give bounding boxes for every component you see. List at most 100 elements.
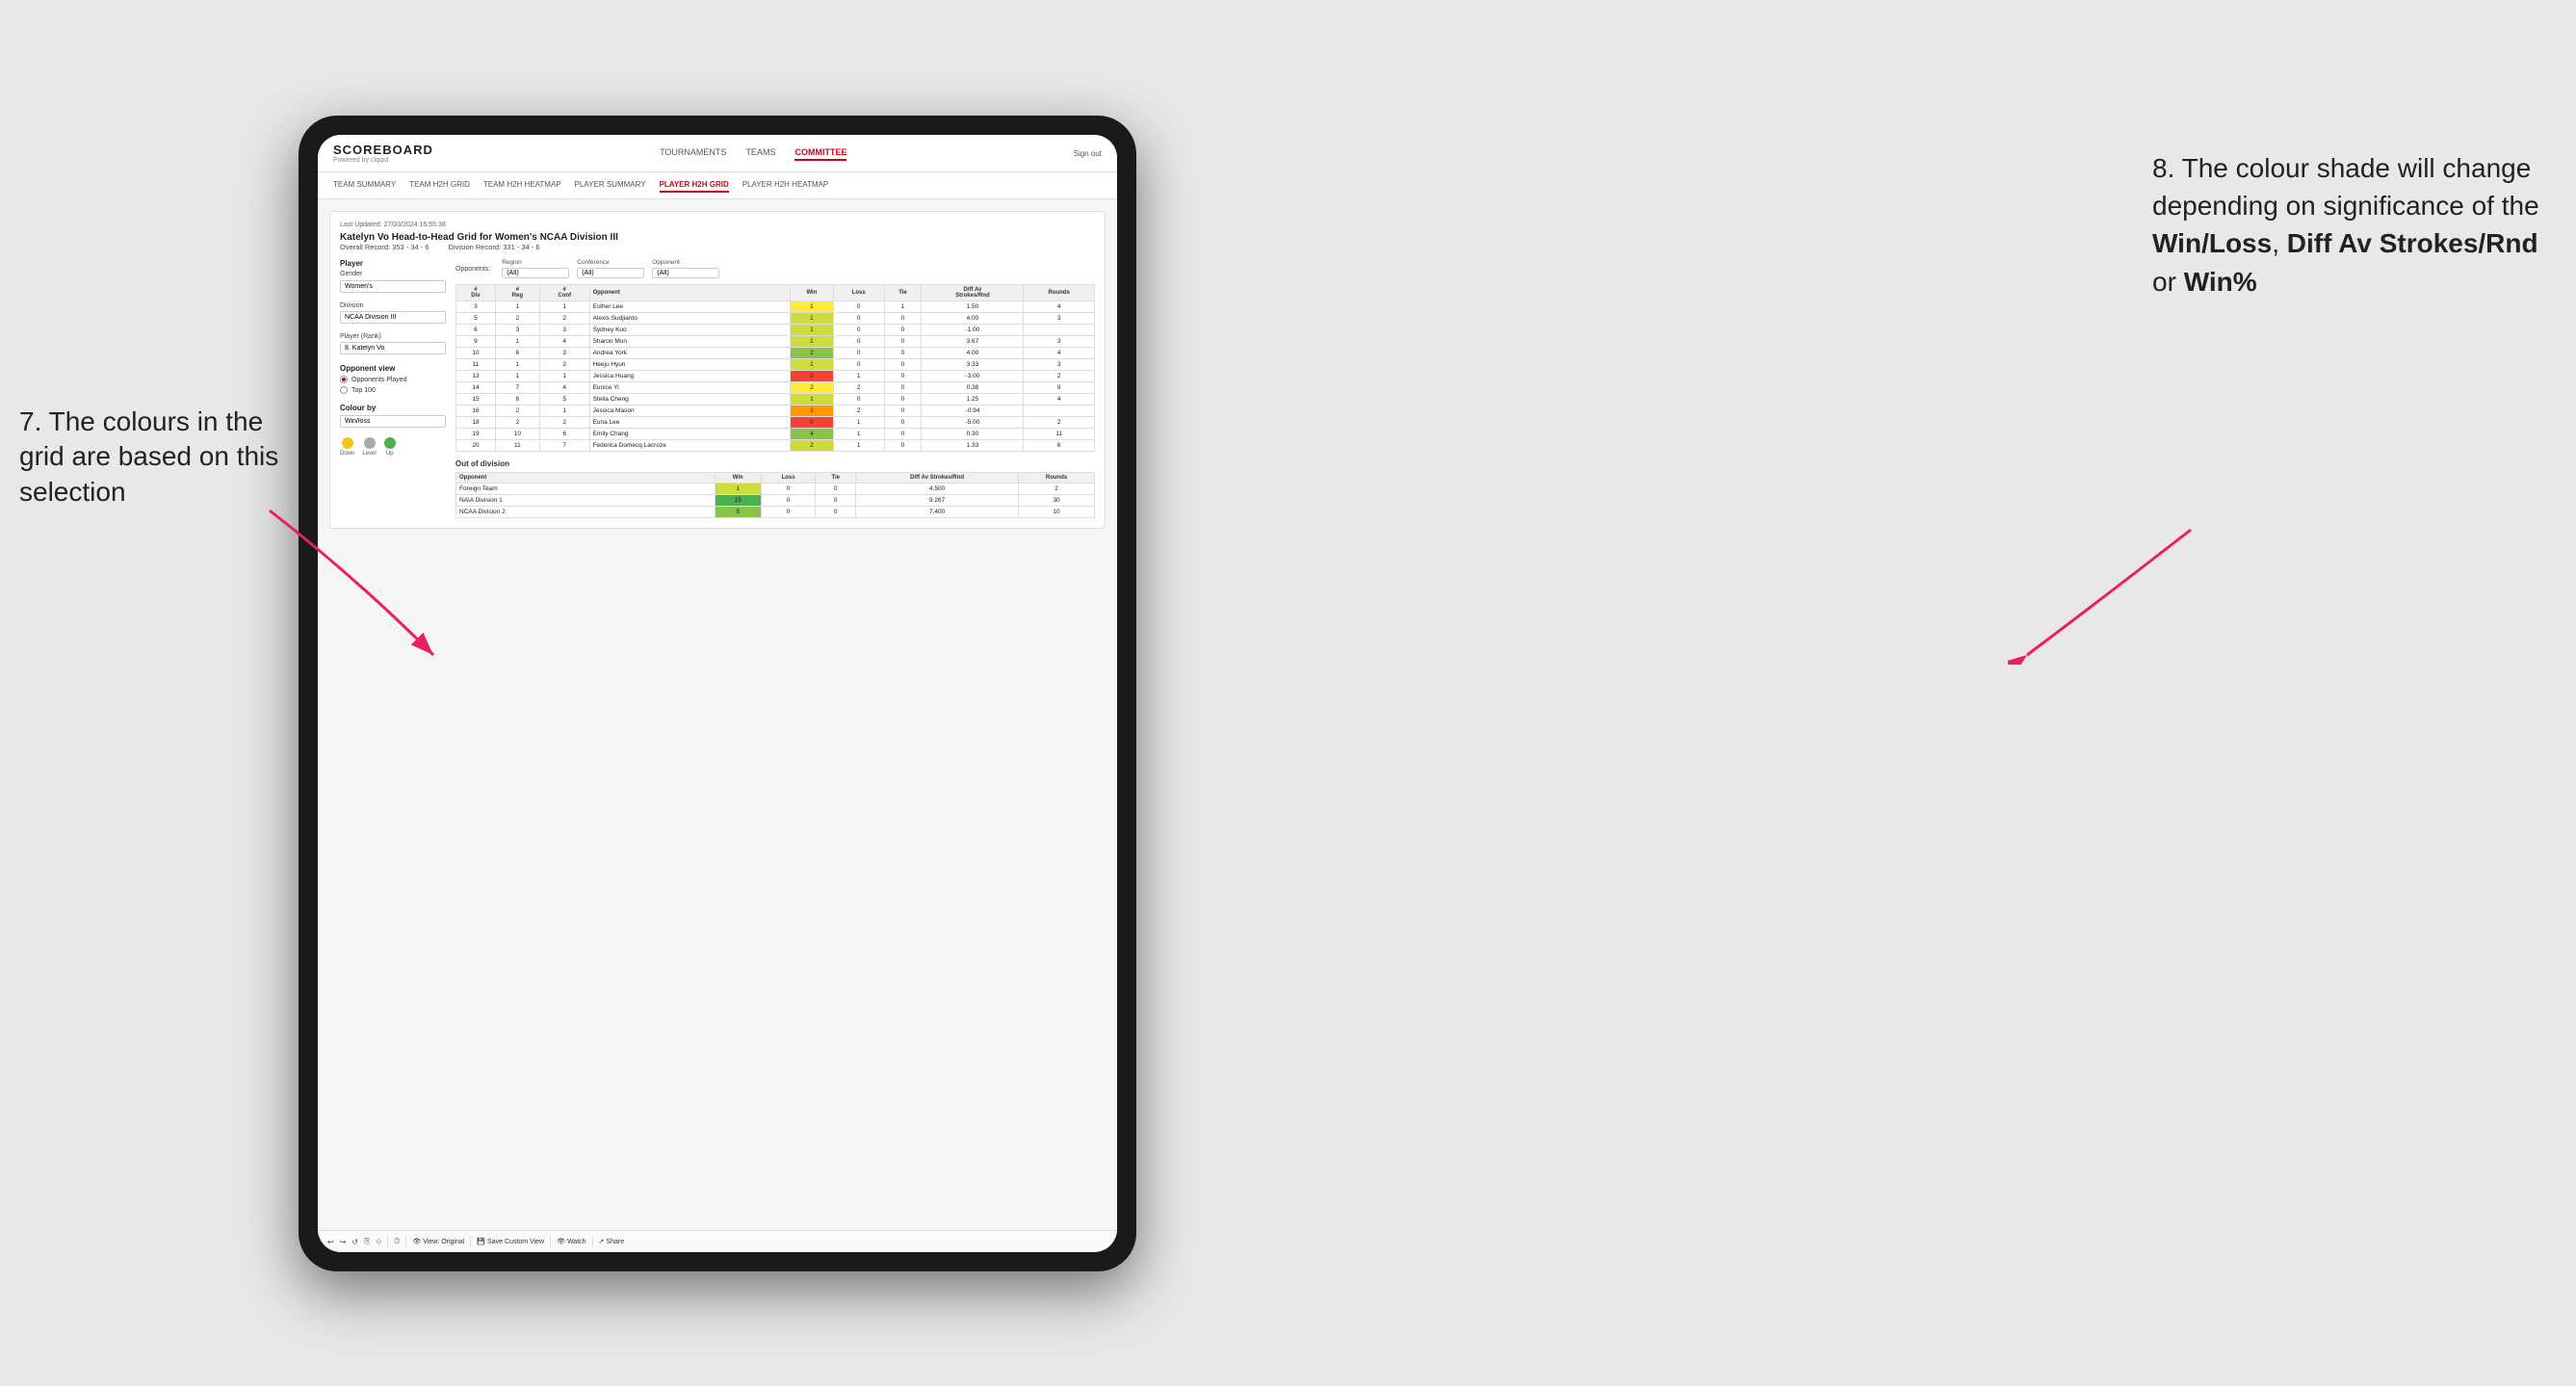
table-row: 3 1 1 Esther Lee 1 0 1 1.50 4 bbox=[456, 301, 1095, 313]
share-btn[interactable]: ↗ Share bbox=[599, 1238, 625, 1245]
cell-opponent: Stella Cheng bbox=[589, 394, 790, 405]
cell-tie: 0 bbox=[884, 348, 922, 359]
filter-conference-select[interactable]: (All) bbox=[577, 268, 644, 278]
cell-rounds bbox=[1024, 325, 1095, 336]
sub-nav-team-h2h-grid[interactable]: TEAM H2H GRID bbox=[409, 178, 470, 193]
cell-rounds: 4 bbox=[1024, 394, 1095, 405]
table-row: 15 8 5 Stella Cheng 1 0 0 1.25 4 bbox=[456, 394, 1095, 405]
report-body: Player Gender Women's Division NCAA Divi… bbox=[340, 259, 1095, 518]
cell-tie: 0 bbox=[884, 440, 922, 452]
cell-rounds: 2 bbox=[1024, 371, 1095, 382]
division-select[interactable]: NCAA Division III bbox=[340, 311, 446, 324]
copy-icon[interactable]: ⎘ bbox=[364, 1237, 370, 1246]
cell-loss: 0 bbox=[833, 394, 884, 405]
nav-teams[interactable]: TEAMS bbox=[745, 145, 775, 161]
filters-row: Opponents: Region (All) Conference ( bbox=[455, 259, 1095, 278]
view-original-btn[interactable]: 👁 View: Original bbox=[412, 1238, 464, 1245]
cell-loss: 1 bbox=[833, 440, 884, 452]
cell-conf: 3 bbox=[539, 348, 589, 359]
opponent-view-label: Opponent view bbox=[340, 364, 446, 373]
cell-tie: 0 bbox=[884, 394, 922, 405]
ood-cell-win: 15 bbox=[715, 495, 761, 507]
colour-by-select[interactable]: Win/loss bbox=[340, 415, 446, 428]
paste-icon[interactable]: ⬦ bbox=[377, 1237, 382, 1246]
cell-loss: 1 bbox=[833, 429, 884, 440]
cell-div: 10 bbox=[456, 348, 496, 359]
cell-tie: 1 bbox=[884, 301, 922, 313]
filter-opponent-select[interactable]: (All) bbox=[652, 268, 719, 278]
sub-nav-player-summary[interactable]: PLAYER SUMMARY bbox=[575, 178, 646, 193]
cell-conf: 4 bbox=[539, 382, 589, 394]
sub-nav-player-h2h-grid[interactable]: PLAYER H2H GRID bbox=[660, 178, 729, 193]
redo-icon[interactable]: ↪ bbox=[340, 1238, 347, 1246]
sub-nav-team-h2h-heatmap[interactable]: TEAM H2H HEATMAP bbox=[483, 178, 561, 193]
main-content: Last Updated: 27/03/2024 16:55:38 Kately… bbox=[318, 199, 1117, 1230]
ood-cell-diff: 7.400 bbox=[856, 507, 1019, 518]
cell-diff: 4.00 bbox=[922, 313, 1024, 325]
cell-conf: 6 bbox=[539, 429, 589, 440]
ood-cell-tie: 0 bbox=[816, 507, 856, 518]
nav-committee[interactable]: COMMITTEE bbox=[794, 145, 846, 161]
filter-region-select[interactable]: (All) bbox=[502, 268, 569, 278]
cell-conf: 1 bbox=[539, 371, 589, 382]
th-diff: Diff AvStrokes/Rnd bbox=[922, 285, 1024, 301]
radio-top100[interactable]: Top 100 bbox=[340, 386, 446, 394]
cell-diff: 3.33 bbox=[922, 359, 1024, 371]
cell-tie: 0 bbox=[884, 336, 922, 348]
table-row: 13 1 1 Jessica Huang 0 1 0 -3.00 2 bbox=[456, 371, 1095, 382]
cell-div: 11 bbox=[456, 359, 496, 371]
table-row: 18 2 2 Euna Lee 0 1 0 -5.00 2 bbox=[456, 417, 1095, 429]
cell-diff: 1.50 bbox=[922, 301, 1024, 313]
cell-tie: 0 bbox=[884, 382, 922, 394]
tablet-screen: SCOREBOARD Powered by clippd TOURNAMENTS… bbox=[318, 135, 1117, 1252]
save-custom-btn[interactable]: 💾 Save Custom View bbox=[477, 1238, 544, 1245]
undo-icon[interactable]: ↩ bbox=[327, 1238, 334, 1246]
cell-tie: 0 bbox=[884, 429, 922, 440]
cell-opponent: Jessica Mason bbox=[589, 405, 790, 417]
cell-reg: 2 bbox=[495, 405, 539, 417]
cell-loss: 0 bbox=[833, 348, 884, 359]
toolbar-sep5 bbox=[592, 1236, 593, 1247]
sign-out-link[interactable]: Sign out bbox=[1074, 149, 1102, 158]
th-conf: #Conf bbox=[539, 285, 589, 301]
cell-diff: 0.30 bbox=[922, 429, 1024, 440]
cell-rounds: 11 bbox=[1024, 429, 1095, 440]
share-label: Share bbox=[606, 1239, 624, 1245]
cell-rounds: 3 bbox=[1024, 313, 1095, 325]
cell-diff: -5.00 bbox=[922, 417, 1024, 429]
cell-tie: 0 bbox=[884, 313, 922, 325]
watch-btn[interactable]: 👁 Watch bbox=[557, 1238, 585, 1245]
filter-conference: Conference (All) bbox=[577, 259, 644, 278]
table-row: 10 6 3 Andrea York 2 0 0 4.00 4 bbox=[456, 348, 1095, 359]
sub-nav-team-summary[interactable]: TEAM SUMMARY bbox=[333, 178, 396, 193]
radio-opponents-played[interactable]: Opponents Played bbox=[340, 376, 446, 383]
out-of-division-title: Out of division bbox=[455, 459, 1095, 468]
legend-down: Down bbox=[340, 437, 354, 457]
nav-tournaments[interactable]: TOURNAMENTS bbox=[660, 145, 726, 161]
undo2-icon[interactable]: ↺ bbox=[351, 1238, 358, 1246]
ood-cell-rounds: 30 bbox=[1019, 495, 1095, 507]
toolbar-sep2 bbox=[405, 1236, 406, 1247]
cell-loss: 0 bbox=[833, 301, 884, 313]
cell-rounds: 3 bbox=[1024, 359, 1095, 371]
cell-loss: 0 bbox=[833, 325, 884, 336]
cell-win: 1 bbox=[790, 394, 833, 405]
legend-level-label: Level bbox=[362, 451, 376, 457]
cell-div: 15 bbox=[456, 394, 496, 405]
table-row: 9 1 4 Sharon Mun 1 0 0 3.67 3 bbox=[456, 336, 1095, 348]
gender-select[interactable]: Women's bbox=[340, 280, 446, 293]
cell-tie: 0 bbox=[884, 325, 922, 336]
player-rank-select[interactable]: 8. Katelyn Vo bbox=[340, 342, 446, 354]
grid-area: Opponents: Region (All) Conference ( bbox=[455, 259, 1095, 518]
ood-cell-opponent: NCAA Division 2 bbox=[456, 507, 716, 518]
cell-loss: 0 bbox=[833, 336, 884, 348]
cell-reg: 8 bbox=[495, 394, 539, 405]
ood-cell-diff: 9.267 bbox=[856, 495, 1019, 507]
sub-nav-player-h2h-heatmap[interactable]: PLAYER H2H HEATMAP bbox=[742, 178, 829, 193]
share-icon: ↗ bbox=[599, 1238, 605, 1245]
view-original-icon: 👁 bbox=[412, 1238, 421, 1245]
ood-cell-rounds: 10 bbox=[1019, 507, 1095, 518]
clock-icon[interactable]: ⏱ bbox=[394, 1237, 400, 1246]
cell-reg: 1 bbox=[495, 336, 539, 348]
cell-reg: 3 bbox=[495, 325, 539, 336]
